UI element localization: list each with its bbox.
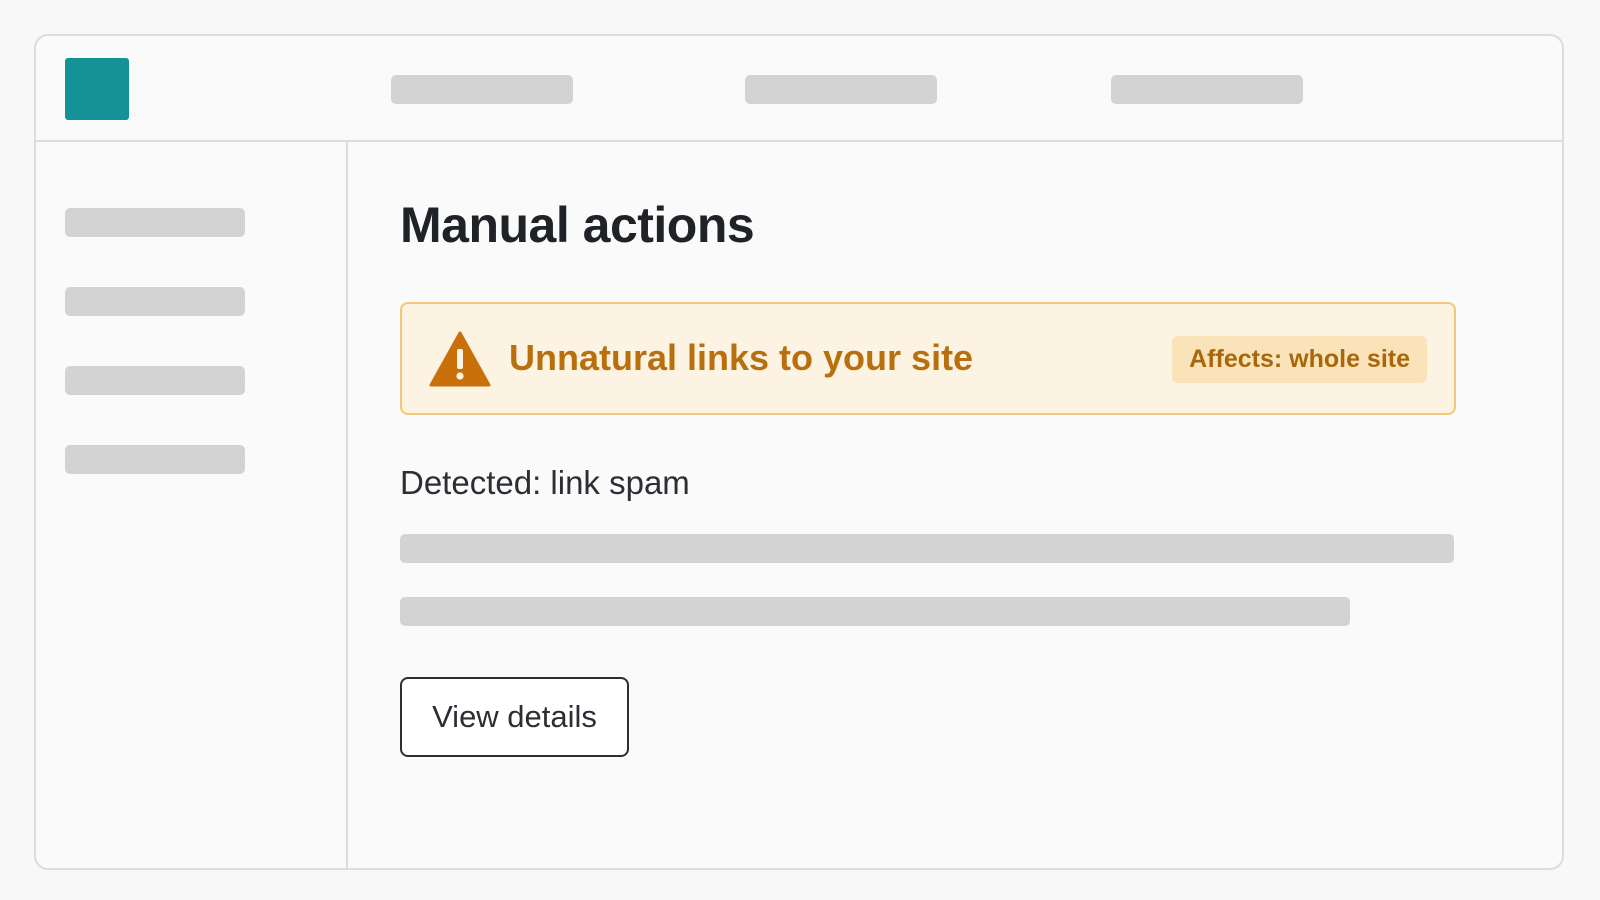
description-line-placeholder-2 <box>400 597 1350 626</box>
view-details-button[interactable]: View details <box>400 677 629 757</box>
top-bar <box>36 36 1562 142</box>
warning-triangle-icon <box>429 331 491 387</box>
nav-item-placeholder-3[interactable] <box>1111 75 1303 104</box>
sidebar-item-placeholder-4[interactable] <box>65 445 245 474</box>
main-content: Manual actions Unnatural links to your s… <box>348 142 1562 868</box>
sidebar-item-placeholder-3[interactable] <box>65 366 245 395</box>
sidebar-item-placeholder-2[interactable] <box>65 287 245 316</box>
app-window: Manual actions Unnatural links to your s… <box>34 34 1564 870</box>
detected-reason: Detected: link spam <box>400 464 690 501</box>
description-line-placeholder-1 <box>400 534 1454 563</box>
sidebar-item-placeholder-1[interactable] <box>65 208 245 237</box>
manual-action-alert: Unnatural links to your site Affects: wh… <box>400 302 1456 415</box>
app-logo[interactable] <box>65 58 129 120</box>
page-title: Manual actions <box>400 197 755 253</box>
nav-item-placeholder-2[interactable] <box>745 75 937 104</box>
alert-title: Unnatural links to your site <box>509 337 974 378</box>
scope-badge: Affects: whole site <box>1172 336 1427 383</box>
sidebar <box>36 142 348 868</box>
nav-item-placeholder-1[interactable] <box>391 75 573 104</box>
